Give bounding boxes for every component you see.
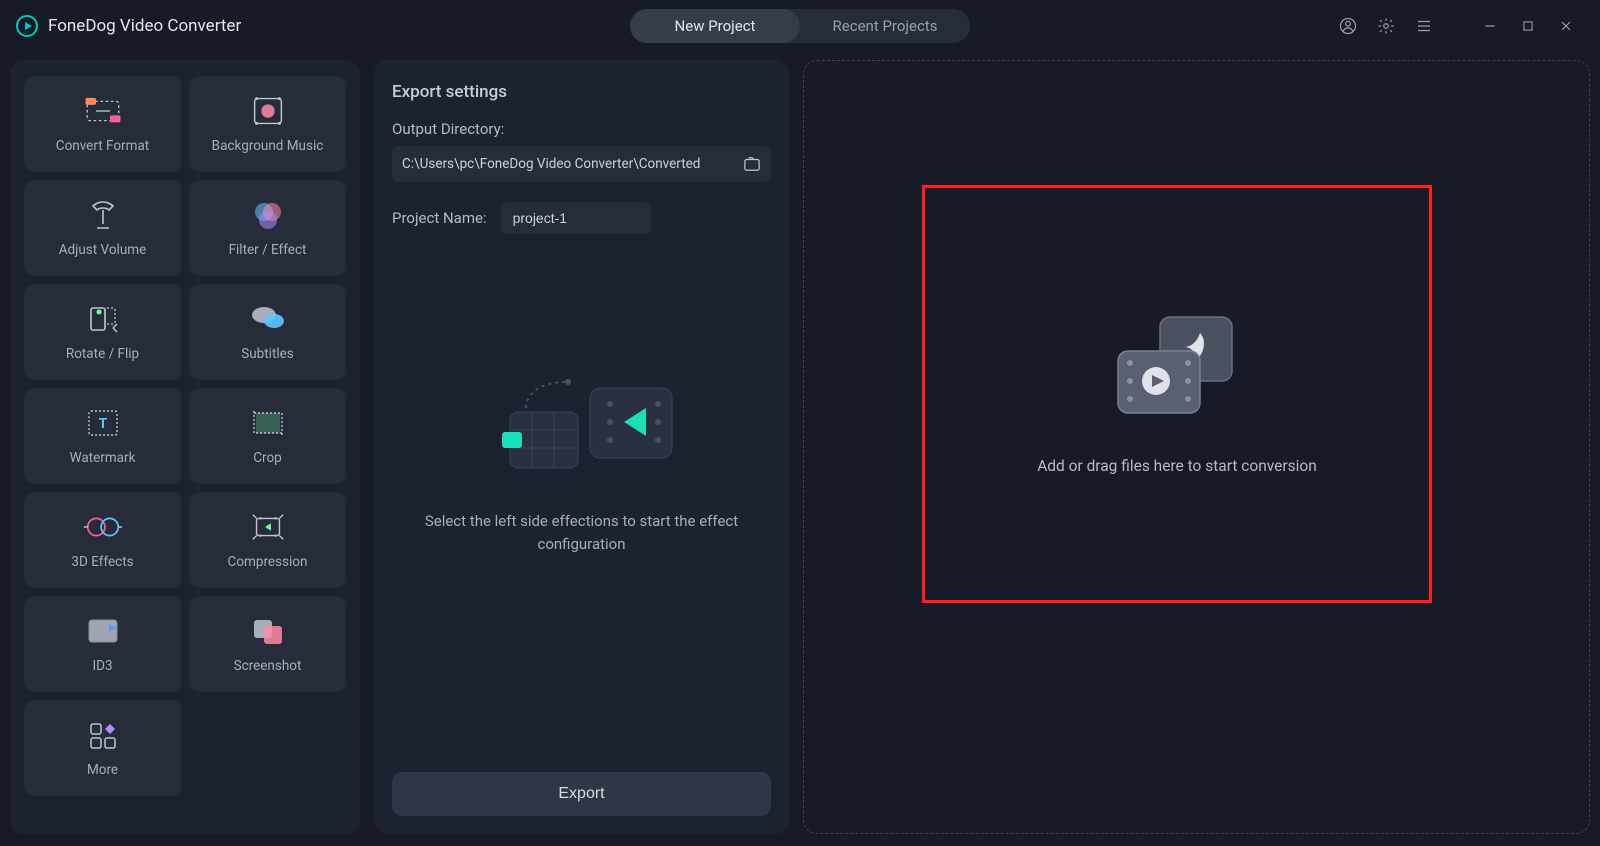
main-area: Convert Format Background Music Adjust V… xyxy=(0,52,1600,844)
window-controls xyxy=(1338,16,1576,36)
crop-icon xyxy=(247,406,289,440)
tool-id3[interactable]: ID3 xyxy=(24,596,181,692)
convert-format-icon xyxy=(82,94,124,128)
minimize-button[interactable] xyxy=(1480,16,1500,36)
tool-filter-effect[interactable]: Filter / Effect xyxy=(189,180,346,276)
maximize-button[interactable] xyxy=(1518,16,1538,36)
tool-sidebar: Convert Format Background Music Adjust V… xyxy=(10,60,360,834)
close-button[interactable] xyxy=(1556,16,1576,36)
rotate-flip-icon xyxy=(82,302,124,336)
tool-3d-effects[interactable]: 3D Effects xyxy=(24,492,181,588)
media-files-icon xyxy=(1112,313,1242,417)
tool-label: 3D Effects xyxy=(71,554,133,570)
tool-label: Filter / Effect xyxy=(229,242,307,258)
app-logo-icon xyxy=(16,15,38,37)
tool-screenshot[interactable]: Screenshot xyxy=(189,596,346,692)
tool-rotate-flip[interactable]: Rotate / Flip xyxy=(24,284,181,380)
tool-watermark[interactable]: T Watermark xyxy=(24,388,181,484)
drop-text: Add or drag files here to start conversi… xyxy=(1037,457,1317,475)
screenshot-icon xyxy=(247,614,289,648)
tool-compression[interactable]: Compression xyxy=(189,492,346,588)
menu-icon[interactable] xyxy=(1414,16,1434,36)
tool-crop[interactable]: Crop xyxy=(189,388,346,484)
app-title: FoneDog Video Converter xyxy=(48,16,241,36)
export-button[interactable]: Export xyxy=(392,772,771,816)
tool-label: Convert Format xyxy=(56,138,149,154)
drop-panel[interactable]: Add or drag files here to start conversi… xyxy=(803,60,1590,834)
export-placeholder-text: Select the left side effections to start… xyxy=(422,510,742,555)
gear-icon[interactable] xyxy=(1376,16,1396,36)
export-panel: Export settings Output Directory: C:\Use… xyxy=(374,60,789,834)
titlebar: FoneDog Video Converter New Project Rece… xyxy=(0,0,1600,52)
tool-adjust-volume[interactable]: Adjust Volume xyxy=(24,180,181,276)
project-name-input[interactable] xyxy=(501,202,651,234)
tool-label: Compression xyxy=(228,554,308,570)
background-music-icon xyxy=(247,94,289,128)
tab-recent-projects[interactable]: Recent Projects xyxy=(800,9,970,43)
browse-folder-icon[interactable] xyxy=(743,156,761,172)
more-icon xyxy=(82,718,124,752)
export-placeholder: Select the left side effections to start… xyxy=(422,364,742,555)
tool-label: More xyxy=(87,762,118,778)
id3-icon xyxy=(82,614,124,648)
account-icon[interactable] xyxy=(1338,16,1358,36)
tool-label: Rotate / Flip xyxy=(66,346,139,362)
drop-highlight-box[interactable]: Add or drag files here to start conversi… xyxy=(922,185,1432,603)
adjust-volume-icon xyxy=(82,198,124,232)
export-heading: Export settings xyxy=(392,82,771,102)
tool-label: Screenshot xyxy=(234,658,302,674)
tool-more[interactable]: More xyxy=(24,700,181,796)
tool-label: ID3 xyxy=(92,658,112,674)
tool-label: Watermark xyxy=(70,450,136,466)
watermark-icon: T xyxy=(82,406,124,440)
project-name-label: Project Name: xyxy=(392,209,487,227)
tool-label: Adjust Volume xyxy=(59,242,147,258)
tab-new-project[interactable]: New Project xyxy=(630,9,800,43)
output-dir-label: Output Directory: xyxy=(392,120,771,138)
output-dir-field[interactable]: C:\Users\pc\FoneDog Video Converter\Conv… xyxy=(392,146,771,182)
effect-placeholder-icon xyxy=(482,364,682,484)
project-tabbar: New Project Recent Projects xyxy=(630,9,970,43)
tool-background-music[interactable]: Background Music xyxy=(189,76,346,172)
3d-effects-icon xyxy=(82,510,124,544)
output-dir-value: C:\Users\pc\FoneDog Video Converter\Conv… xyxy=(402,156,700,172)
filter-effect-icon xyxy=(247,198,289,232)
subtitles-icon xyxy=(247,302,289,336)
tool-subtitles[interactable]: Subtitles xyxy=(189,284,346,380)
compression-icon xyxy=(247,510,289,544)
tool-label: Subtitles xyxy=(241,346,294,362)
tool-label: Background Music xyxy=(212,138,324,154)
tool-label: Crop xyxy=(253,450,282,466)
tool-convert-format[interactable]: Convert Format xyxy=(24,76,181,172)
svg-text:T: T xyxy=(98,416,107,432)
